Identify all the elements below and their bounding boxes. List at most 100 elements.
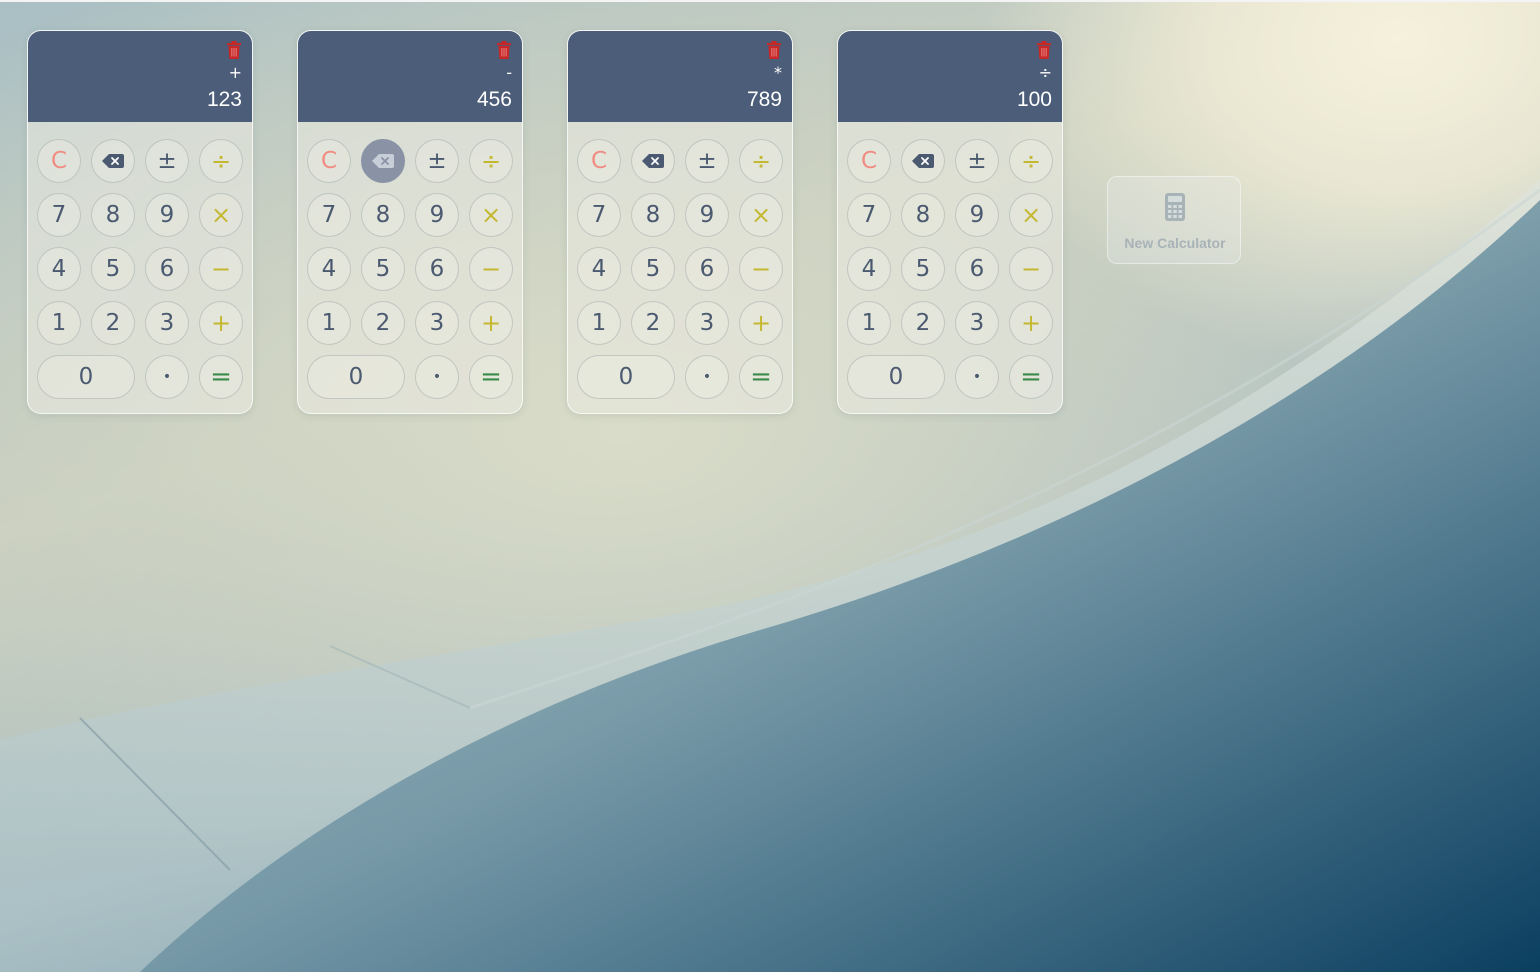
clear-button[interactable]: C [847,139,891,183]
backspace-button[interactable] [91,139,135,183]
plus-minus-button[interactable]: ± [415,139,459,183]
backspace-button[interactable] [901,139,945,183]
digit-9-label: 9 [159,202,175,228]
digit-6-button[interactable]: 6 [685,247,729,291]
digit-4-button[interactable]: 4 [37,247,81,291]
trash-icon[interactable] [496,41,512,59]
digit-5-button[interactable]: 5 [361,247,405,291]
backspace-button[interactable] [631,139,675,183]
digit-3-button[interactable]: 3 [145,301,189,345]
trash-icon[interactable] [1036,41,1052,59]
digit-1-button[interactable]: 1 [577,301,621,345]
digit-5-button[interactable]: 5 [901,247,945,291]
new-calculator-button[interactable]: New Calculator [1107,176,1241,264]
digit-2-button[interactable]: 2 [901,301,945,345]
calculator-widget: ÷ 100 C ± ÷ 7 8 9 × 4 5 6 − 1 2 3 +0 • = [837,30,1063,414]
digit-2-button[interactable]: 2 [91,301,135,345]
backspace-icon [102,154,124,168]
multiply-button[interactable]: × [469,193,513,237]
digit-9-button[interactable]: 9 [685,193,729,237]
plus-button[interactable]: + [199,301,243,345]
plus-minus-button[interactable]: ± [145,139,189,183]
divide-button[interactable]: ÷ [469,139,513,183]
digit-1-label: 1 [591,310,607,336]
digit-1-button[interactable]: 1 [847,301,891,345]
equals-button[interactable]: = [739,355,783,399]
divide-button[interactable]: ÷ [739,139,783,183]
digit-6-button[interactable]: 6 [415,247,459,291]
digit-0-button[interactable]: 0 [577,355,675,399]
digit-8-button[interactable]: 8 [901,193,945,237]
digit-9-button[interactable]: 9 [415,193,459,237]
decimal-label: • [972,369,982,385]
digit-7-button[interactable]: 7 [307,193,351,237]
decimal-button[interactable]: • [145,355,189,399]
digit-0-button[interactable]: 0 [847,355,945,399]
digit-1-button[interactable]: 1 [37,301,81,345]
digit-5-label: 5 [645,256,661,282]
equals-button[interactable]: = [1009,355,1053,399]
plus-button[interactable]: + [469,301,513,345]
digit-9-button[interactable]: 9 [145,193,189,237]
backspace-button[interactable] [361,139,405,183]
decimal-button[interactable]: • [685,355,729,399]
equals-button[interactable]: = [199,355,243,399]
minus-button[interactable]: − [469,247,513,291]
digit-6-button[interactable]: 6 [955,247,999,291]
digit-4-label: 4 [591,256,607,282]
multiply-button[interactable]: × [1009,193,1053,237]
digit-0-button[interactable]: 0 [307,355,405,399]
digit-1-button[interactable]: 1 [307,301,351,345]
trash-icon[interactable] [226,41,242,59]
divide-button[interactable]: ÷ [1009,139,1053,183]
digit-5-label: 5 [375,256,391,282]
digit-7-button[interactable]: 7 [577,193,621,237]
digit-7-button[interactable]: 7 [847,193,891,237]
decimal-button[interactable]: • [955,355,999,399]
digit-7-button[interactable]: 7 [37,193,81,237]
clear-button[interactable]: C [577,139,621,183]
clear-button[interactable]: C [307,139,351,183]
plus-button[interactable]: + [1009,301,1053,345]
digit-6-button[interactable]: 6 [145,247,189,291]
digit-8-button[interactable]: 8 [91,193,135,237]
plus-minus-button[interactable]: ± [685,139,729,183]
plus-button[interactable]: + [739,301,783,345]
digit-1-label: 1 [861,310,877,336]
digit-4-button[interactable]: 4 [577,247,621,291]
digit-4-button[interactable]: 4 [307,247,351,291]
divide-button[interactable]: ÷ [199,139,243,183]
multiply-button[interactable]: × [199,193,243,237]
digit-9-button[interactable]: 9 [955,193,999,237]
digit-5-button[interactable]: 5 [91,247,135,291]
digit-2-button[interactable]: 2 [361,301,405,345]
digit-2-label: 2 [645,310,661,336]
digit-0-button[interactable]: 0 [37,355,135,399]
minus-button[interactable]: − [199,247,243,291]
digit-5-button[interactable]: 5 [631,247,675,291]
digit-8-button[interactable]: 8 [361,193,405,237]
decimal-button[interactable]: • [415,355,459,399]
digit-0-label: 0 [618,364,634,390]
digit-5-label: 5 [915,256,931,282]
digit-3-button[interactable]: 3 [685,301,729,345]
plus-minus-button[interactable]: ± [955,139,999,183]
digit-9-label: 9 [969,202,985,228]
digit-3-button[interactable]: 3 [415,301,459,345]
trash-icon[interactable] [766,41,782,59]
equals-label: = [210,362,232,392]
digit-8-label: 8 [105,202,121,228]
digit-6-label: 6 [699,256,715,282]
calculator-icon [1164,192,1186,226]
multiply-button[interactable]: × [739,193,783,237]
equals-label: = [750,362,772,392]
minus-button[interactable]: − [1009,247,1053,291]
digit-8-button[interactable]: 8 [631,193,675,237]
equals-button[interactable]: = [469,355,513,399]
digit-4-button[interactable]: 4 [847,247,891,291]
clear-button[interactable]: C [37,139,81,183]
digit-3-button[interactable]: 3 [955,301,999,345]
minus-label: − [480,255,502,283]
minus-button[interactable]: − [739,247,783,291]
digit-2-button[interactable]: 2 [631,301,675,345]
